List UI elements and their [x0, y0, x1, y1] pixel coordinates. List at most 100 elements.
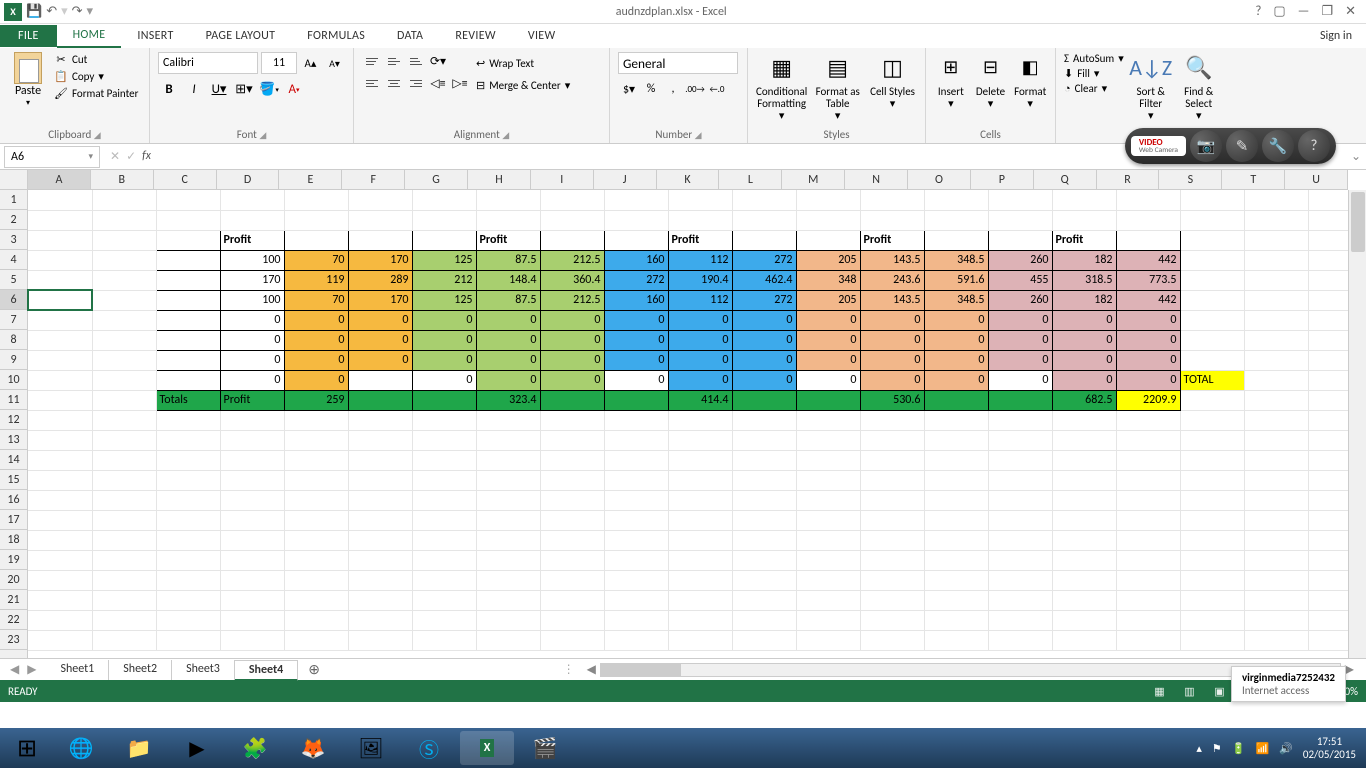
taskbar-chrome-icon[interactable]: 🌐 [54, 731, 108, 765]
cell-L9[interactable]: 0 [732, 350, 796, 370]
tab-review[interactable]: REVIEW [439, 25, 512, 47]
cell-A23[interactable] [28, 630, 92, 650]
cell-T14[interactable] [1244, 450, 1308, 470]
cell-L5[interactable]: 462.4 [732, 270, 796, 290]
cell-J6[interactable]: 160 [604, 290, 668, 310]
cell-B23[interactable] [92, 630, 156, 650]
col-header-J[interactable]: J [594, 170, 657, 189]
cell-H15[interactable] [476, 470, 540, 490]
taskbar-excel-icon[interactable]: X [460, 731, 514, 765]
cell-P19[interactable] [988, 550, 1052, 570]
cell-A7[interactable] [28, 310, 92, 330]
cell-K4[interactable]: 112 [668, 250, 732, 270]
cell-M6[interactable]: 205 [796, 290, 860, 310]
cell-S17[interactable] [1180, 510, 1244, 530]
vertical-scrollbar[interactable] [1348, 190, 1366, 658]
find-select-button[interactable]: 🔍Find & Select▾ [1178, 52, 1220, 125]
cell-G17[interactable] [412, 510, 476, 530]
row-header-22[interactable]: 22 [0, 610, 27, 630]
cell-I23[interactable] [540, 630, 604, 650]
cell-P1[interactable] [988, 190, 1052, 210]
align-top-button[interactable] [362, 52, 382, 70]
cell-O17[interactable] [924, 510, 988, 530]
cell-M18[interactable] [796, 530, 860, 550]
cell-S13[interactable] [1180, 430, 1244, 450]
cell-S9[interactable] [1180, 350, 1244, 370]
restore-icon[interactable]: ❐ [1321, 4, 1333, 19]
cell-C6[interactable] [156, 290, 220, 310]
cell-C17[interactable] [156, 510, 220, 530]
cell-M5[interactable]: 348 [796, 270, 860, 290]
cell-I12[interactable] [540, 410, 604, 430]
cell-P21[interactable] [988, 590, 1052, 610]
italic-button[interactable]: I [183, 78, 205, 100]
cell-T8[interactable] [1244, 330, 1308, 350]
cell-A8[interactable] [28, 330, 92, 350]
cell-O12[interactable] [924, 410, 988, 430]
cell-R8[interactable]: 0 [1116, 330, 1180, 350]
spreadsheet-grid[interactable]: ABCDEFGHIJKLMNOPQRSTU 123456789101112131… [0, 170, 1366, 658]
increase-font-button[interactable]: A▴ [300, 52, 321, 74]
borders-button[interactable]: ⊞▾ [233, 78, 255, 100]
cell-O8[interactable]: 0 [924, 330, 988, 350]
qat-undo-icon[interactable]: ↶ [46, 4, 57, 19]
cell-B12[interactable] [92, 410, 156, 430]
cell-O10[interactable]: 0 [924, 370, 988, 390]
cell-H16[interactable] [476, 490, 540, 510]
cell-T23[interactable] [1244, 630, 1308, 650]
cell-D5[interactable]: 170 [220, 270, 284, 290]
cell-B15[interactable] [92, 470, 156, 490]
paste-button[interactable]: Paste▾ [8, 52, 48, 125]
cell-K16[interactable] [668, 490, 732, 510]
cell-B3[interactable] [92, 230, 156, 250]
cell-T7[interactable] [1244, 310, 1308, 330]
cell-F1[interactable] [348, 190, 412, 210]
cell-N13[interactable] [860, 430, 924, 450]
cell-P8[interactable]: 0 [988, 330, 1052, 350]
col-header-G[interactable]: G [405, 170, 468, 189]
cell-J19[interactable] [604, 550, 668, 570]
sheet-tab-sheet2[interactable]: Sheet2 [109, 660, 172, 680]
cell-O11[interactable] [924, 390, 988, 410]
cell-H19[interactable] [476, 550, 540, 570]
cell-T1[interactable] [1244, 190, 1308, 210]
cell-I20[interactable] [540, 570, 604, 590]
cell-D9[interactable]: 0 [220, 350, 284, 370]
cell-M9[interactable]: 0 [796, 350, 860, 370]
page-layout-view-icon[interactable]: ▥ [1178, 683, 1200, 699]
cell-L11[interactable] [732, 390, 796, 410]
cell-H10[interactable]: 0 [476, 370, 540, 390]
cell-Q10[interactable]: 0 [1052, 370, 1116, 390]
cell-K3[interactable]: Profit [668, 230, 732, 250]
cell-E19[interactable] [284, 550, 348, 570]
cell-Q3[interactable]: Profit [1052, 230, 1116, 250]
video-camera-icon[interactable]: 📷 [1190, 130, 1222, 162]
cell-B9[interactable] [92, 350, 156, 370]
row-header-16[interactable]: 16 [0, 490, 27, 510]
cell-C22[interactable] [156, 610, 220, 630]
cell-I8[interactable]: 0 [540, 330, 604, 350]
format-painter-button[interactable]: 🖌Format Painter [54, 86, 138, 100]
cell-H17[interactable] [476, 510, 540, 530]
cell-Q21[interactable] [1052, 590, 1116, 610]
qat-customize-icon[interactable]: ▾ [87, 4, 94, 19]
cell-F21[interactable] [348, 590, 412, 610]
cell-A4[interactable] [28, 250, 92, 270]
cell-L19[interactable] [732, 550, 796, 570]
cell-G10[interactable]: 0 [412, 370, 476, 390]
cell-Q23[interactable] [1052, 630, 1116, 650]
sort-filter-button[interactable]: A↓ZSort & Filter▾ [1130, 52, 1172, 125]
cell-H8[interactable]: 0 [476, 330, 540, 350]
scroll-left-icon[interactable]: ◀ [583, 662, 600, 677]
cell-M7[interactable]: 0 [796, 310, 860, 330]
cell-E14[interactable] [284, 450, 348, 470]
tab-home[interactable]: HOME [57, 24, 122, 48]
cell-S4[interactable] [1180, 250, 1244, 270]
enter-formula-icon[interactable]: ✓ [126, 149, 136, 164]
video-capture-toolbar[interactable]: VIDEOWeb Camera 📷 ✎ 🔧 ? [1125, 128, 1336, 164]
cell-N7[interactable]: 0 [860, 310, 924, 330]
cell-D2[interactable] [220, 210, 284, 230]
col-header-K[interactable]: K [657, 170, 720, 189]
cell-C8[interactable] [156, 330, 220, 350]
cell-T2[interactable] [1244, 210, 1308, 230]
